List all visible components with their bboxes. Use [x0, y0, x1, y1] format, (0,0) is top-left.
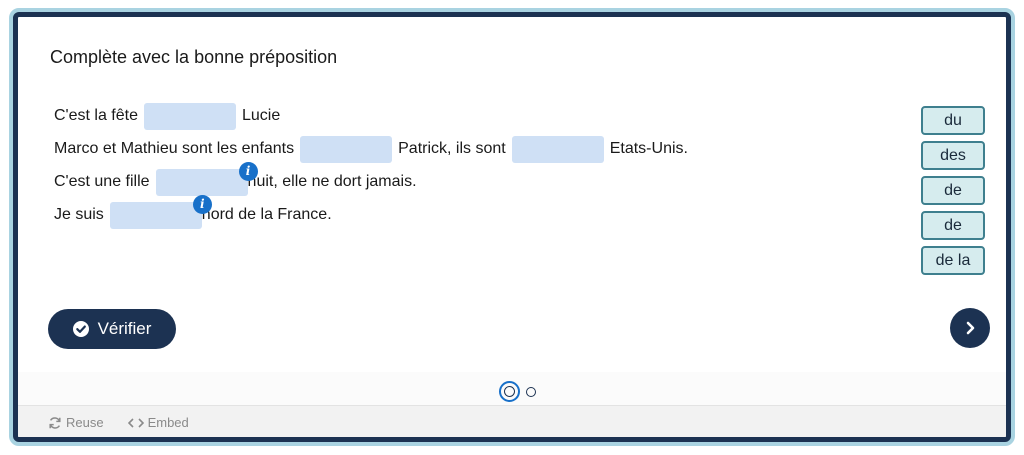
page-dot[interactable]: [526, 387, 536, 397]
sentence-text: Etats-Unis.: [609, 140, 688, 157]
content-frame-border: Complète avec la bonne préposition C'est…: [9, 8, 1015, 446]
page-dot-current[interactable]: [499, 381, 520, 402]
exercise-title: Complète avec la bonne préposition: [50, 47, 338, 67]
embed-link[interactable]: Embed: [127, 415, 189, 430]
info-icon[interactable]: i: [192, 194, 212, 214]
code-icon: [127, 417, 144, 428]
chevron-right-icon: [966, 321, 975, 335]
embed-label: Embed: [147, 415, 189, 430]
refresh-icon: [49, 416, 61, 429]
reuse-link[interactable]: Reuse: [48, 415, 104, 430]
sentence-text: nord de la France.: [201, 206, 332, 223]
draggable-word-de[interactable]: de: [921, 176, 985, 205]
check-button[interactable]: Vérifier: [48, 309, 176, 349]
sentence-text: Patrick, ils sont: [398, 140, 506, 157]
next-button[interactable]: [950, 308, 990, 348]
pagination-bar: [18, 372, 1006, 405]
sentence-text: C'est la fête: [54, 107, 138, 124]
sentence-2: Marco et Mathieu sont les enfants Patric…: [54, 135, 688, 163]
draggable-word-de[interactable]: de: [921, 211, 985, 240]
footer-bar: Reuse Embed: [18, 405, 1006, 437]
sentence-1: C'est la fête Lucie: [54, 102, 280, 130]
word-bank: du des de de de la: [921, 106, 986, 281]
draggable-word-du[interactable]: du: [921, 106, 985, 135]
sentence-text: Marco et Mathieu sont les enfants: [54, 140, 295, 157]
drop-zone-4[interactable]: i: [155, 161, 258, 196]
draggable-word-de-la[interactable]: de la: [921, 246, 985, 275]
drop-zone-2[interactable]: [300, 135, 393, 163]
sentence-text: Lucie: [241, 107, 281, 124]
sentence-3: C'est une fille i nuit, elle ne dort jam…: [54, 161, 417, 196]
draggable-word-des[interactable]: des: [921, 141, 985, 170]
check-circle-icon: [72, 321, 89, 337]
sentence-text: Je suis: [54, 206, 104, 223]
drop-zone-1[interactable]: [143, 102, 236, 130]
exercise-container: Complète avec la bonne préposition C'est…: [13, 12, 1011, 442]
sentence-4: Je suis i nord de la France.: [54, 194, 332, 229]
drop-zone-5[interactable]: i: [109, 194, 212, 229]
info-icon[interactable]: i: [238, 161, 258, 181]
reuse-label: Reuse: [66, 415, 104, 430]
sentence-text: nuit, elle ne dort jamais.: [247, 173, 417, 190]
sentence-text: C'est une fille: [54, 173, 150, 190]
check-button-label: Vérifier: [97, 319, 152, 338]
drop-zone-3[interactable]: [511, 135, 604, 163]
